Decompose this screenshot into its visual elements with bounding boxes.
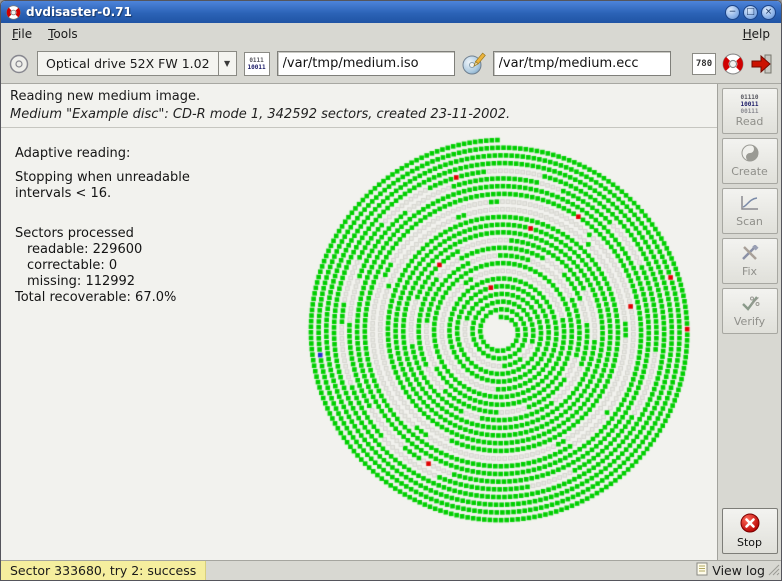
read-binary-icon: 01110 10011 00111 [740,94,758,115]
statusbar: Sector 333680, try 2: success View log [1,560,781,580]
image-file-icon-row: 10011 [247,63,266,71]
verify-check-icon [740,295,760,315]
stat-total: Total recoverable: 67.0% [15,290,190,306]
read-button[interactable]: 01110 10011 00111 Read [721,88,778,134]
reading-panel: Adaptive reading: Stopping when unreadab… [1,128,717,560]
stat-label: correctable: [27,258,105,273]
fix-button[interactable]: Fix [721,238,778,284]
log-page-icon [696,562,708,579]
stat-correctable: correctable: 0 [15,258,190,274]
minimize-button[interactable]: − [725,4,740,20]
app-logo-icon [6,4,21,20]
ecc-file-icon [462,52,486,76]
scan-chart-icon [740,195,760,215]
stopping-line2: intervals < 16. [15,186,112,201]
info-line2: Medium "Example disc": CD-R mode 1, 3425… [10,107,511,122]
stat-label: missing: [27,274,82,289]
image-file-icon-row: 0111 [249,56,264,64]
stat-value: 112992 [85,274,136,289]
menu-tools[interactable]: Tools [40,25,86,43]
stat-value: 67.0% [135,290,177,305]
create-yinyang-icon [741,144,759,165]
view-log-label: View log [712,563,765,578]
menubar: File Tools Help [1,23,781,44]
read-icon-row: 01110 [740,94,759,101]
reading-stats: Adaptive reading: Stopping when unreadab… [15,146,190,306]
info-line1: Reading new medium image. [10,89,201,104]
stat-missing: missing: 112992 [15,274,190,290]
stat-label: readable: [27,242,89,257]
stop-label: Stop [736,536,762,549]
fix-tools-icon [740,243,760,265]
image-path-input[interactable] [276,51,455,76]
stop-button[interactable]: Stop [721,508,778,554]
adaptive-title: Adaptive reading: [15,146,131,161]
close-button[interactable]: × [761,4,776,20]
sectors-title: Sectors processed [15,226,134,241]
main-column: Reading new medium image. Medium "Exampl… [1,84,717,560]
verify-button[interactable]: Verify [721,288,778,334]
quit-icon[interactable] [750,53,774,75]
stopping-line1: Stopping when unreadable [15,170,190,185]
image-file-icon: 0111 10011 [243,51,270,76]
read-label: Read [735,115,764,128]
sector-spiral-canvas [297,128,705,536]
titlebar[interactable]: dvdisaster-0.71 − □ × [1,1,781,23]
scan-label: Scan [736,214,763,228]
resize-grip[interactable] [767,563,780,579]
drive-icon [8,53,30,75]
preferences-icon-text: 780 [695,58,713,69]
scan-button[interactable]: Scan [721,188,778,234]
status-message: Sector 333680, try 2: success [1,561,207,580]
drive-select[interactable]: Optical drive 52X FW 1.02 ▼ [37,51,237,76]
stop-icon [740,513,760,536]
help-lifering-icon[interactable] [722,53,744,75]
verify-label: Verify [733,314,766,328]
chevron-down-icon[interactable]: ▼ [217,52,236,75]
read-icon-row: 10011 [740,101,759,108]
ecc-path-input[interactable] [492,51,671,76]
stat-readable: readable: 229600 [15,242,190,258]
menu-file[interactable]: File [4,25,40,43]
menu-help[interactable]: Help [735,25,778,43]
window-title: dvdisaster-0.71 [26,5,132,19]
status-infobar: Reading new medium image. Medium "Exampl… [1,84,717,128]
fix-label: Fix [741,264,758,278]
maximize-button[interactable]: □ [743,4,758,20]
stat-value: 0 [108,258,118,273]
drive-select-value: Optical drive 52X FW 1.02 [46,56,210,71]
content-area: Reading new medium image. Medium "Exampl… [1,84,781,560]
app-window: dvdisaster-0.71 − □ × File Tools Help Op… [0,0,782,581]
stat-label: Total recoverable: [15,290,131,305]
action-sidebar: 01110 10011 00111 Read Create Scan Fix V… [717,84,781,560]
toolbar: Optical drive 52X FW 1.02 ▼ 0111 10011 /… [1,44,781,84]
preferences-icon[interactable]: 780 [692,52,716,75]
create-label: Create [731,165,768,178]
read-icon-row: 00111 [740,108,759,115]
stat-value: 229600 [92,242,143,257]
create-button[interactable]: Create [721,138,778,184]
